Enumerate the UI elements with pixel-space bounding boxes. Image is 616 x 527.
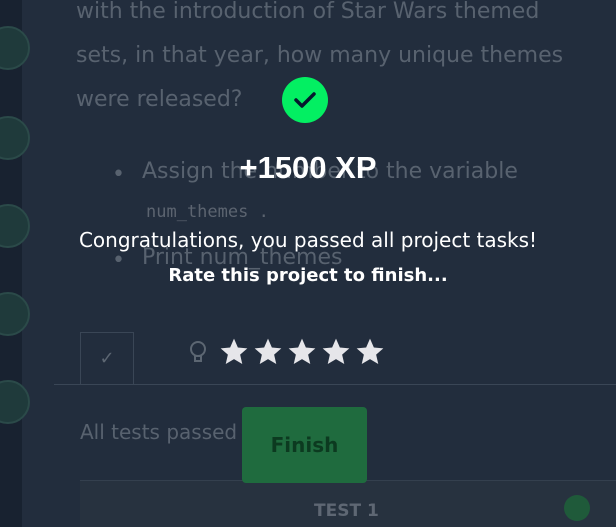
step-indicator <box>0 26 30 70</box>
star-icon[interactable] <box>320 336 352 368</box>
star-icon[interactable] <box>286 336 318 368</box>
code-variable: num_themes . <box>146 202 269 222</box>
question-line: with the introduction of Star Wars theme… <box>76 0 540 24</box>
question-line: were released? <box>76 87 243 112</box>
question-line: sets, in that year, how many unique them… <box>76 43 564 68</box>
success-check-icon <box>282 77 328 123</box>
panel-divider <box>54 384 616 385</box>
xp-reward: +1500 XP <box>239 150 377 185</box>
hint-bulb-icon[interactable] <box>188 340 208 364</box>
finish-button[interactable]: Finish <box>242 407 367 483</box>
step-rail <box>0 0 30 527</box>
test-passed-icon <box>564 495 590 521</box>
test-label: TEST 1 <box>314 501 379 521</box>
project-complete-modal: with the introduction of Star Wars theme… <box>0 0 616 527</box>
test-row[interactable]: TEST 1 <box>80 480 616 527</box>
star-icon[interactable] <box>354 336 386 368</box>
tests-status-text: All tests passed <box>80 420 238 444</box>
congrats-message: Congratulations, you passed all project … <box>78 228 538 252</box>
rate-prompt: Rate this project to finish... <box>168 265 448 286</box>
star-icon[interactable] <box>252 336 284 368</box>
star-rating <box>218 336 386 368</box>
tab-tests[interactable]: ✓ <box>80 332 134 384</box>
star-icon[interactable] <box>218 336 250 368</box>
step-indicator <box>0 380 30 424</box>
step-indicator <box>0 292 30 336</box>
